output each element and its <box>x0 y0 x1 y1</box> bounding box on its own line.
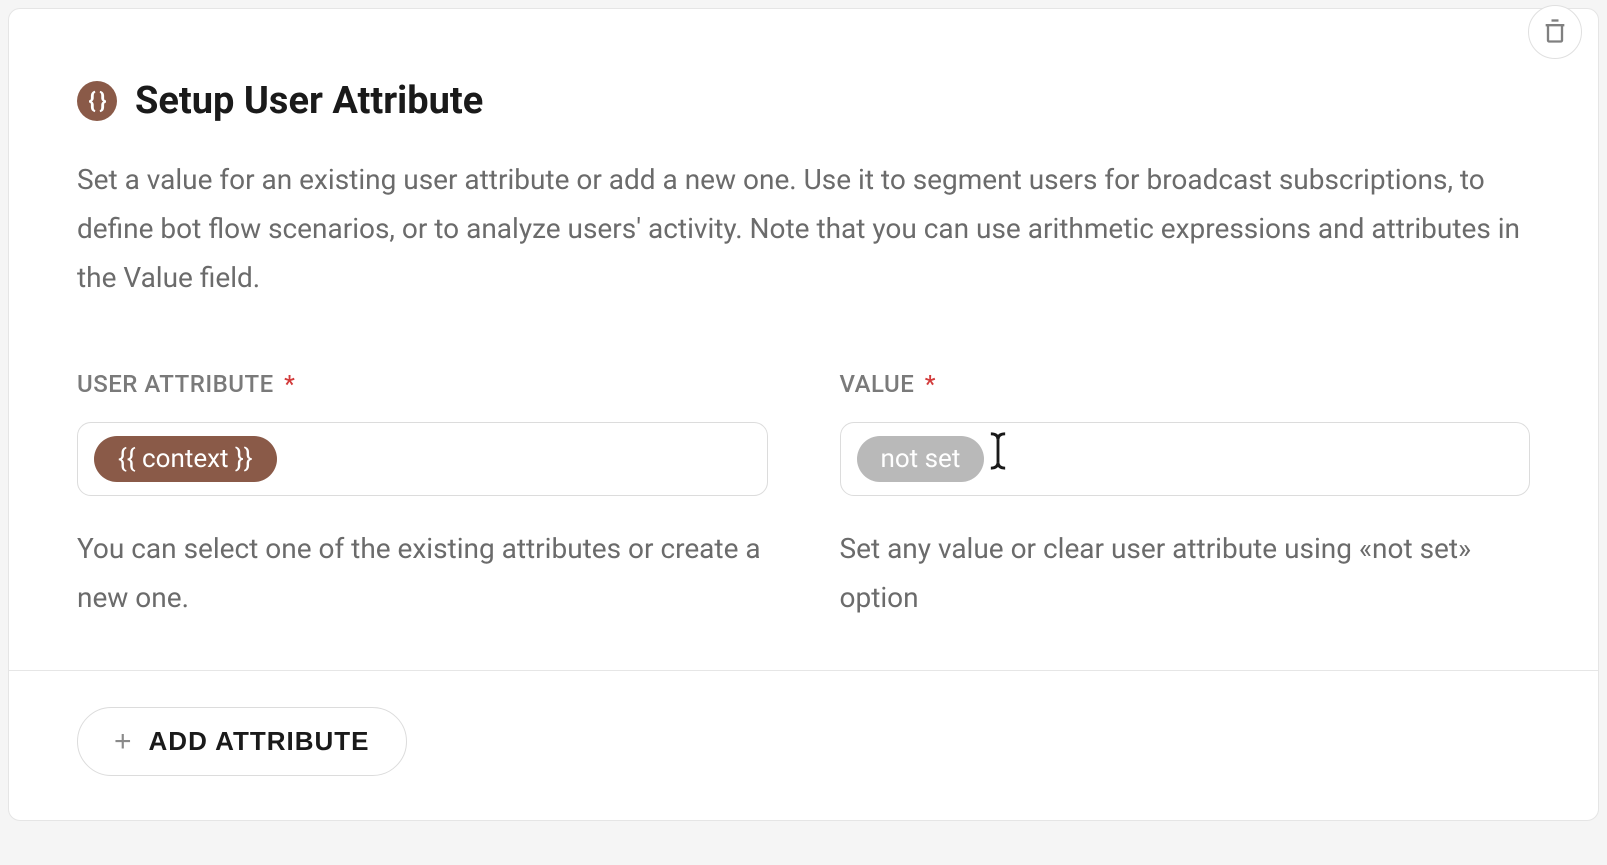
value-helper: Set any value or clear user attribute us… <box>840 524 1531 622</box>
required-marker: * <box>925 370 936 398</box>
braces-icon-glyph: { } <box>89 89 106 114</box>
required-marker: * <box>284 370 295 398</box>
value-input[interactable]: not set <box>840 422 1531 496</box>
card-description: Set a value for an existing user attribu… <box>9 123 1598 302</box>
not-set-chip[interactable]: not set <box>857 436 985 482</box>
add-attribute-button[interactable]: + ADD ATTRIBUTE <box>77 707 407 776</box>
value-label-text: VALUE <box>840 370 915 398</box>
user-attribute-label: USER ATTRIBUTE * <box>77 370 768 398</box>
braces-icon: { } <box>77 81 117 121</box>
delete-button[interactable] <box>1528 5 1582 59</box>
attribute-chip[interactable]: {{ context }} <box>94 436 277 482</box>
value-field: VALUE * not set Set any value or clear u… <box>840 370 1531 622</box>
user-attribute-input[interactable]: {{ context }} <box>77 422 768 496</box>
user-attribute-label-text: USER ATTRIBUTE <box>77 370 274 398</box>
text-cursor-icon <box>986 431 1010 475</box>
value-label: VALUE * <box>840 370 1531 398</box>
card-footer: + ADD ATTRIBUTE <box>9 671 1598 820</box>
setup-user-attribute-card: { } Setup User Attribute Set a value for… <box>8 8 1599 821</box>
plus-icon: + <box>114 727 133 757</box>
user-attribute-field: USER ATTRIBUTE * {{ context }} You can s… <box>77 370 768 622</box>
user-attribute-helper: You can select one of the existing attri… <box>77 524 768 622</box>
trash-icon <box>1541 17 1569 48</box>
add-attribute-label: ADD ATTRIBUTE <box>149 726 370 757</box>
card-title: Setup User Attribute <box>135 79 483 123</box>
fields-row: USER ATTRIBUTE * {{ context }} You can s… <box>9 302 1598 622</box>
card-header: { } Setup User Attribute <box>9 9 1598 123</box>
